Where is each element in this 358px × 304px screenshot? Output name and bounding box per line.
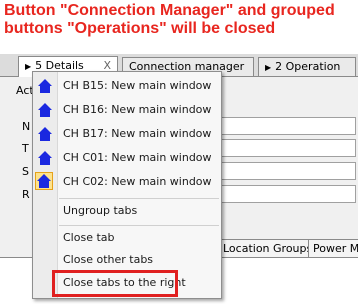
subtab-location-groups[interactable]: Location Groups [218,239,318,257]
expand-arrow-icon: ▶ [265,63,272,72]
menu-item-label: Ungroup tabs [63,204,138,217]
menu-item-close-tab[interactable]: Close tab [33,226,221,250]
menu-item-window-current[interactable]: CH C02: New main window [33,170,221,194]
field-label: S [22,165,29,178]
menu-item-close-other-tabs[interactable]: Close other tabs [33,248,221,272]
menu-item-window[interactable]: CH B17: New main window [33,122,221,146]
menu-item-label: Close other tabs [63,253,154,266]
annotation-text: Button "Connection Manager" and grouped … [4,2,354,38]
house-icon [37,102,53,118]
subtab-label: Power M [313,242,358,255]
field-label: R [22,188,30,201]
menu-item-window[interactable]: CH B15: New main window [33,74,221,98]
highlight-box [52,270,178,297]
menu-item-window[interactable]: CH C01: New main window [33,146,221,170]
field-label: N [22,120,31,133]
house-icon [37,150,53,166]
menu-item-label: CH C02: New main window [63,175,212,188]
context-menu: CH B15: New main window CH B16: New main… [32,71,222,299]
house-icon [35,172,53,190]
subtab-power[interactable]: Power M [308,239,358,257]
field-label: T [22,142,29,155]
expand-arrow-icon: ▶ [25,62,32,71]
house-icon [37,78,53,94]
menu-item-label: Close tab [63,231,115,244]
menu-item-window[interactable]: CH B16: New main window [33,98,221,122]
menu-item-label: CH B15: New main window [63,79,212,92]
annotation-line-1: Button "Connection Manager" and grouped [4,2,335,19]
subtab-label: Location Groups [223,242,313,255]
menu-item-label: CH B16: New main window [63,103,212,116]
tab-operation[interactable]: ▶ 2 Operation [258,57,356,76]
house-icon [37,126,53,142]
annotation-line-2: buttons "Operations" will be closed [4,20,276,37]
tab-operation-label: 2 Operation [275,60,341,73]
menu-item-label: CH C01: New main window [63,151,212,164]
menu-item-label: CH B17: New main window [63,127,212,140]
menu-item-ungroup-tabs[interactable]: Ungroup tabs [33,199,221,223]
